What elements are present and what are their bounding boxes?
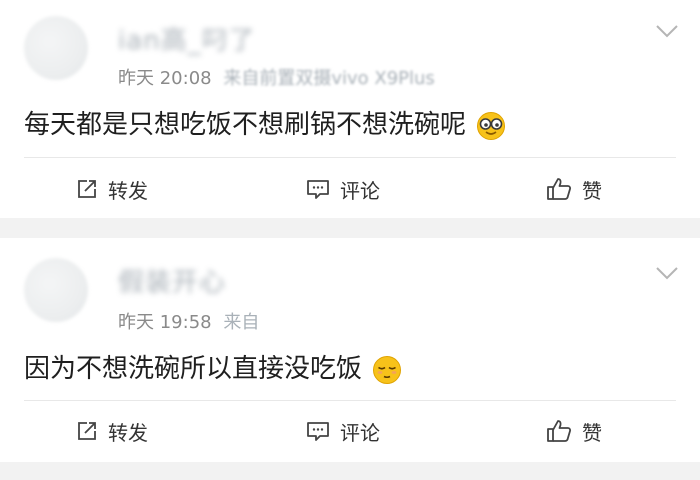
comment-label: 评论 [340, 420, 380, 445]
post-text: 因为不想洗碗所以直接没吃饭 [24, 354, 363, 384]
action-bar: 转发 评论 赞 [0, 404, 700, 458]
divider [24, 400, 676, 401]
avatar[interactable] [24, 258, 88, 322]
comment-icon [307, 180, 329, 199]
like-label: 赞 [582, 420, 602, 445]
repost-button[interactable]: 转发 [76, 162, 148, 216]
nerd-face-emoji-icon [477, 111, 506, 140]
repost-label: 转发 [108, 178, 148, 203]
relieved-face-emoji-icon [373, 355, 402, 384]
repost-label: 转发 [108, 420, 148, 445]
post-text: 每天都是只想吃饭不想刷锅不想洗碗呢 [24, 110, 467, 140]
chevron-down-icon[interactable] [656, 266, 678, 280]
comment-button[interactable]: 评论 [306, 162, 380, 216]
post-card: ian高_叼了 昨天 20:08 来自前置双摄vivo X9Plus 每天都是只… [0, 0, 700, 218]
like-label: 赞 [582, 178, 602, 203]
post-time: 昨天 19:58 [118, 312, 212, 333]
weibo-feed: ian高_叼了 昨天 20:08 来自前置双摄vivo X9Plus 每天都是只… [0, 0, 700, 480]
post-source: 来自前置双摄vivo X9Plus [223, 68, 435, 89]
username[interactable]: 假装开心 [118, 262, 226, 299]
comment-button[interactable]: 评论 [306, 404, 380, 458]
post-meta: 昨天 19:58 来自 [118, 308, 259, 334]
username[interactable]: ian高_叼了 [118, 20, 256, 57]
chevron-down-icon[interactable] [656, 24, 678, 38]
post-content: 每天都是只想吃饭不想刷锅不想洗碗呢 [24, 104, 506, 141]
thumbs-up-icon [547, 178, 572, 200]
comment-label: 评论 [340, 178, 380, 203]
thumbs-up-icon [547, 420, 572, 442]
repost-button[interactable]: 转发 [76, 404, 148, 458]
repost-icon [78, 422, 96, 440]
like-button[interactable]: 赞 [546, 404, 602, 458]
post-time: 昨天 20:08 [118, 68, 212, 89]
action-bar: 转发 评论 赞 [0, 162, 700, 216]
post-source: 来自 [223, 312, 260, 333]
avatar[interactable] [24, 16, 88, 80]
post-content: 因为不想洗碗所以直接没吃饭 [24, 348, 402, 385]
like-button[interactable]: 赞 [546, 162, 602, 216]
repost-icon [78, 180, 96, 198]
divider [24, 157, 676, 158]
comment-icon [307, 422, 329, 441]
post-meta: 昨天 20:08 来自前置双摄vivo X9Plus [118, 64, 435, 90]
